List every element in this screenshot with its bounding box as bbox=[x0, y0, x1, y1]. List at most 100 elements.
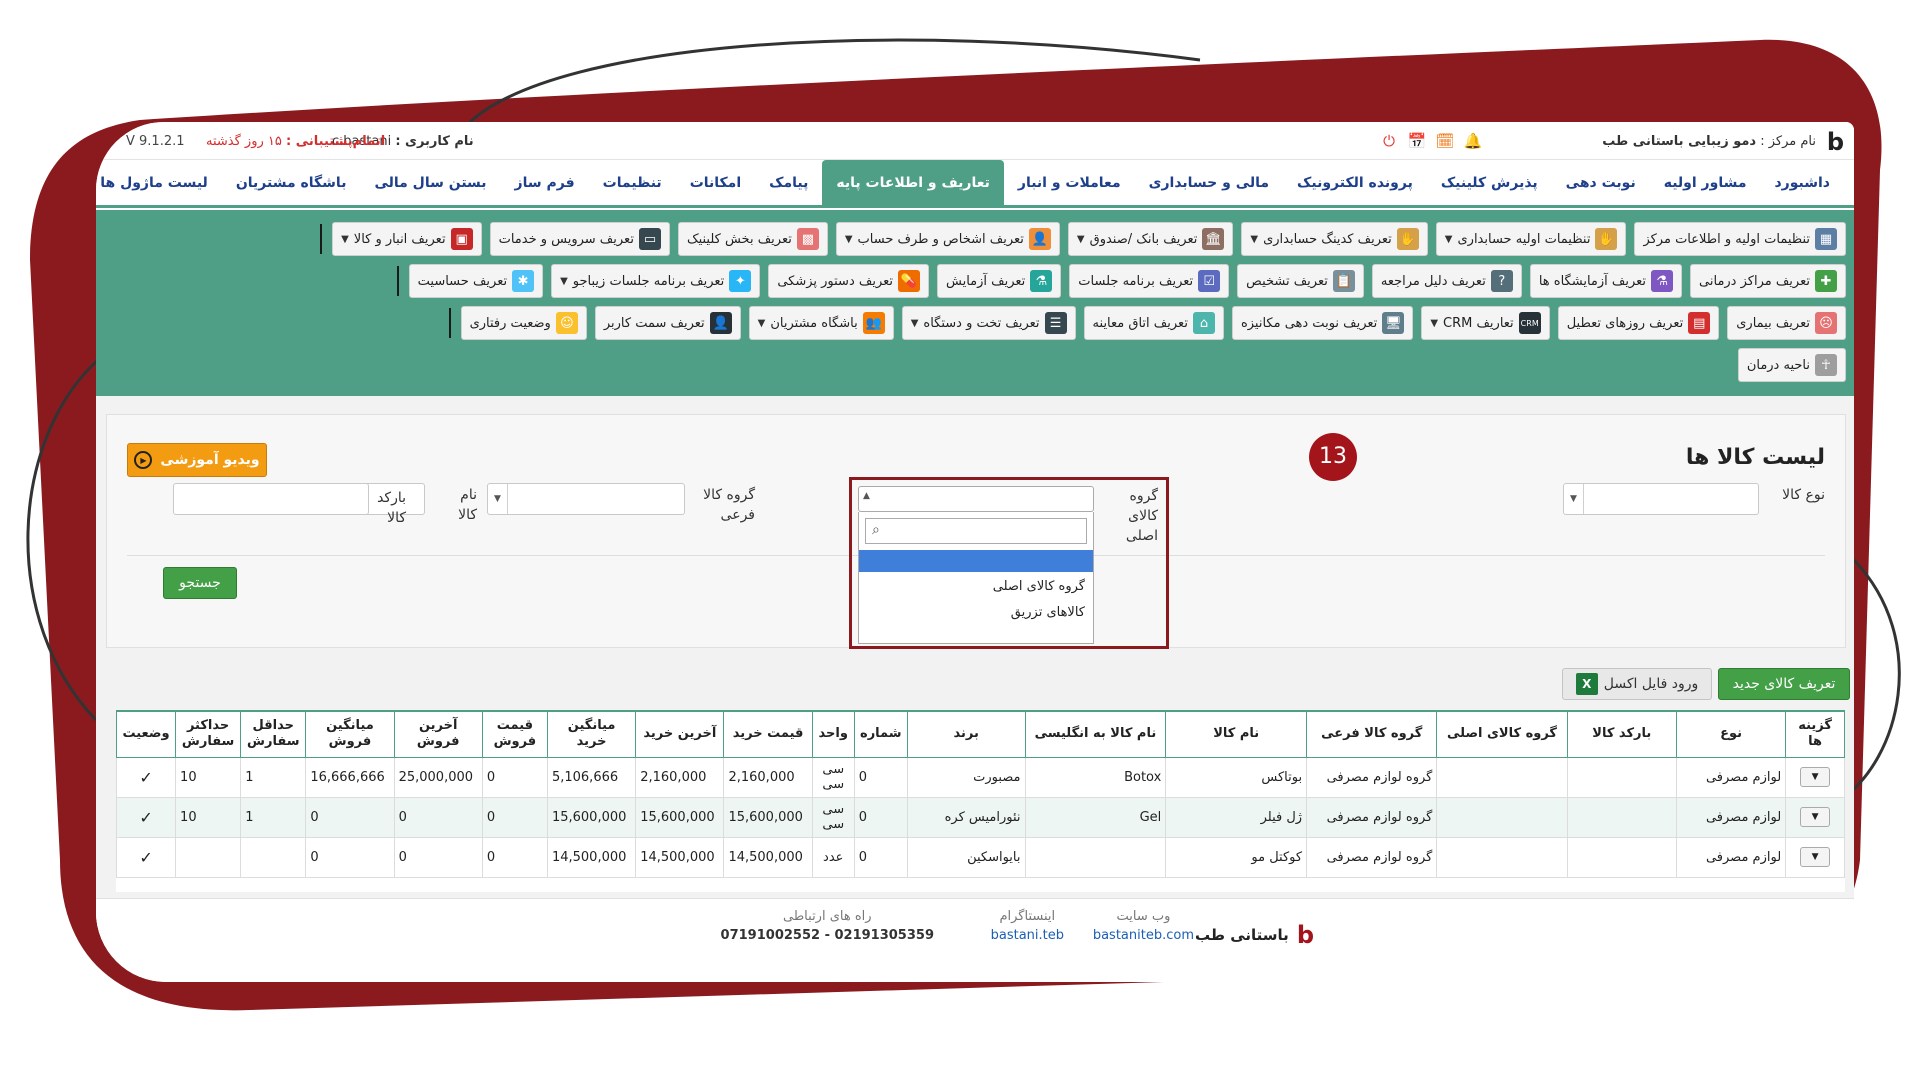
menu-close-year[interactable]: بستن سال مالی bbox=[360, 160, 500, 206]
btn-user-role[interactable]: 👤 تعریف سمت کاربر bbox=[594, 306, 741, 340]
cell-main-group bbox=[1436, 836, 1568, 878]
btn-accounting-settings[interactable]: ✋ تنظیمات اولیه حسابداری ▼ bbox=[1435, 222, 1627, 256]
col-brand: برند bbox=[906, 710, 1026, 758]
footer-website: وب سایت bastaniteb.com bbox=[1093, 909, 1194, 943]
cosmetics-icon: ✦ bbox=[729, 270, 752, 292]
footer-instagram: اینستاگرام bastani.teb bbox=[991, 909, 1064, 943]
btn-clinic-section[interactable]: ▩ تعریف بخش کلینیک bbox=[677, 222, 828, 256]
btn-accounting-coding[interactable]: ✋ تعریف کدینگ حسابداری ▼ bbox=[1241, 222, 1428, 256]
video-tutorial-button[interactable]: ویدیو آموزشی ▶ bbox=[127, 443, 267, 477]
btn-customer-club[interactable]: 👥 باشگاه مشتریان ▼ bbox=[748, 306, 894, 340]
cell-name: ژل فیلر bbox=[1165, 796, 1308, 838]
btn-warehouse-goods[interactable]: ▣ تعریف انبار و کالا ▼ bbox=[332, 222, 482, 256]
col-min-order: حداقل سفارش bbox=[240, 710, 307, 758]
row-options-button[interactable]: ▼ bbox=[1800, 847, 1831, 867]
menu-consultant[interactable]: مشاور اولیه bbox=[1650, 160, 1761, 206]
calendar-icon[interactable]: 🗓 bbox=[1434, 130, 1456, 152]
main-group-select[interactable]: ▲ bbox=[858, 486, 1094, 512]
dropdown-option[interactable]: کالاهای تزریق bbox=[859, 602, 1093, 624]
dropdown-option-empty[interactable] bbox=[859, 550, 1093, 572]
goods-type-select[interactable]: ▼ bbox=[1563, 483, 1759, 515]
col-options: گزینه ها bbox=[1785, 710, 1845, 758]
menu-sms[interactable]: پیامک bbox=[755, 160, 822, 206]
btn-exam-room[interactable]: ⌂ تعریف اتاق معاینه bbox=[1083, 306, 1224, 340]
cell-last-sell: 0 bbox=[393, 796, 483, 838]
btn-session-plan[interactable]: ☑ تعریف برنامه جلسات bbox=[1069, 264, 1230, 298]
menu-trade-warehouse[interactable]: معاملات و انبار bbox=[1004, 160, 1135, 206]
top-icons: ⏻ 📅 🗓 🔔 bbox=[1378, 130, 1484, 152]
cell-avg-sell: 0 bbox=[305, 796, 395, 838]
dropdown-option[interactable]: گروه کالای اصلی bbox=[859, 576, 1093, 598]
btn-test[interactable]: ⚗ تعریف آزمایش bbox=[937, 264, 1062, 298]
dropdown-search-input[interactable]: ⌕ bbox=[865, 518, 1087, 544]
step-badge: 13 bbox=[1309, 433, 1357, 481]
menu-appointments[interactable]: نوبت دهی bbox=[1552, 160, 1650, 206]
hospital-icon: ✚ bbox=[1815, 270, 1837, 292]
menu-customer-club[interactable]: باشگاه مشتریان bbox=[222, 160, 361, 206]
bell-icon[interactable]: 🔔 bbox=[1462, 130, 1484, 152]
cell-type: لوازم مصرفی bbox=[1675, 836, 1787, 878]
btn-allergy[interactable]: ✱ تعریف حساسیت bbox=[408, 264, 544, 298]
website-link[interactable]: bastaniteb.com bbox=[1093, 928, 1194, 943]
btn-center-settings[interactable]: ▦ تنظیمات اولیه و اطلاعات مرکز bbox=[1634, 222, 1846, 256]
search-button[interactable]: جستجو bbox=[163, 567, 237, 599]
btn-bed-device[interactable]: ☰ تعریف تخت و دستگاه ▼ bbox=[901, 306, 1076, 340]
btn-visit-reason[interactable]: ? تعریف دلیل مراجعه bbox=[1371, 264, 1522, 298]
btn-crm[interactable]: CRM تعاریف CRM ▼ bbox=[1421, 306, 1550, 340]
btn-label: تعریف دلیل مراجعه bbox=[1380, 273, 1486, 289]
menu-modules[interactable]: لیست ماژول ها bbox=[96, 160, 222, 206]
main-group-dropdown: ⌕ گروه کالای اصلی کالاهای تزریق bbox=[858, 512, 1094, 644]
menu-settings[interactable]: تنظیمات bbox=[589, 160, 676, 206]
toolbar-row-1: ▦ تنظیمات اولیه و اطلاعات مرکز ✋ تنظیمات ا… bbox=[104, 222, 1846, 256]
btn-persons-accounts[interactable]: 👤 تعریف اشخاص و طرف حساب ▼ bbox=[835, 222, 1060, 256]
menu-e-record[interactable]: پرونده الکترونیک bbox=[1283, 160, 1427, 206]
col-max-order: حداکثر سفارش bbox=[175, 710, 242, 758]
col-name: نام کالا bbox=[1165, 710, 1308, 758]
row-options-button[interactable]: ▼ bbox=[1800, 807, 1831, 827]
menu-base-definitions[interactable]: تعاریف و اطلاعات پایه bbox=[822, 159, 1004, 206]
menu-reception[interactable]: پذیرش کلینیک bbox=[1427, 160, 1552, 206]
menu-finance[interactable]: مالی و حسابداری bbox=[1135, 160, 1283, 206]
btn-label: تعریف آزمایشگاه ها bbox=[1538, 273, 1647, 289]
cell-barcode bbox=[1566, 836, 1677, 878]
btn-services[interactable]: ▭ تعریف سرویس و خدمات bbox=[489, 222, 670, 256]
col-barcode: بارکد کالا bbox=[1566, 710, 1677, 758]
btn-behavior-status[interactable]: ☺ وضعیت رفتاری bbox=[460, 306, 587, 340]
instagram-link[interactable]: bastani.teb bbox=[991, 928, 1064, 943]
chevron-down-icon: ▼ bbox=[1076, 233, 1085, 245]
btn-auto-booking[interactable]: 🖥 تعریف نوبت دهی مکانیزه bbox=[1231, 306, 1414, 340]
search-icon: ⌕ bbox=[872, 522, 880, 538]
btn-treatment-area[interactable]: ☥ ناحیه درمان bbox=[1737, 348, 1846, 382]
new-goods-button[interactable]: تعریف کالای جدید bbox=[1718, 668, 1850, 700]
btn-medical-order[interactable]: 💊 تعریف دستور پزشکی bbox=[768, 264, 930, 298]
cell-brand: نئورامیس کره bbox=[906, 796, 1026, 838]
power-icon[interactable]: ⏻ bbox=[1378, 130, 1400, 152]
exam-room-icon: ⌂ bbox=[1192, 312, 1215, 334]
excel-import-button[interactable]: ورود فایل اکسل X bbox=[1562, 668, 1712, 700]
btn-beauty-sessions[interactable]: ✦ تعریف برنامه جلسات زیباجو ▼ bbox=[551, 264, 761, 298]
btn-holidays[interactable]: ▤ تعریف روزهای تعطیل bbox=[1557, 306, 1720, 340]
menu-form-builder[interactable]: فرم ساز bbox=[501, 160, 589, 206]
cell-barcode bbox=[1566, 796, 1677, 838]
btn-laboratories[interactable]: ⚗ تعریف آزمایشگاه ها bbox=[1529, 264, 1683, 298]
cell-avg-buy: 15,600,000 bbox=[546, 796, 637, 838]
user-label: نام کاربری : bbox=[395, 134, 474, 149]
btn-medical-centers[interactable]: ✚ تعریف مراکز درمانی bbox=[1690, 264, 1846, 298]
cell-last-sell: 0 bbox=[393, 836, 483, 878]
row-options-button[interactable]: ▼ bbox=[1800, 767, 1831, 787]
cell-status: ✓ bbox=[116, 756, 177, 798]
menu-dashboard[interactable]: داشبورد bbox=[1761, 160, 1845, 206]
cell-number: 0 bbox=[853, 796, 908, 838]
btn-label: تعریف آزمایش bbox=[946, 273, 1026, 289]
btn-disease[interactable]: ☹ تعریف بیماری bbox=[1727, 306, 1846, 340]
btn-label: تعریف مراکز درمانی bbox=[1699, 273, 1810, 289]
barcode-input[interactable] bbox=[173, 483, 369, 515]
calendar-check-icon[interactable]: 📅 bbox=[1406, 130, 1428, 152]
sick-person-icon: ☹ bbox=[1815, 312, 1837, 334]
cell-avg-buy: 5,106,666 bbox=[546, 756, 637, 798]
btn-diagnosis[interactable]: 📋 تعریف تشخیص bbox=[1237, 264, 1364, 298]
app-logo: b bbox=[1826, 128, 1844, 156]
menu-features[interactable]: امکانات bbox=[676, 160, 755, 206]
btn-bank-cash[interactable]: 🏛 تعریف بانک /صندوق ▼ bbox=[1067, 222, 1234, 256]
sub-group-select[interactable]: ▼ bbox=[487, 483, 685, 515]
